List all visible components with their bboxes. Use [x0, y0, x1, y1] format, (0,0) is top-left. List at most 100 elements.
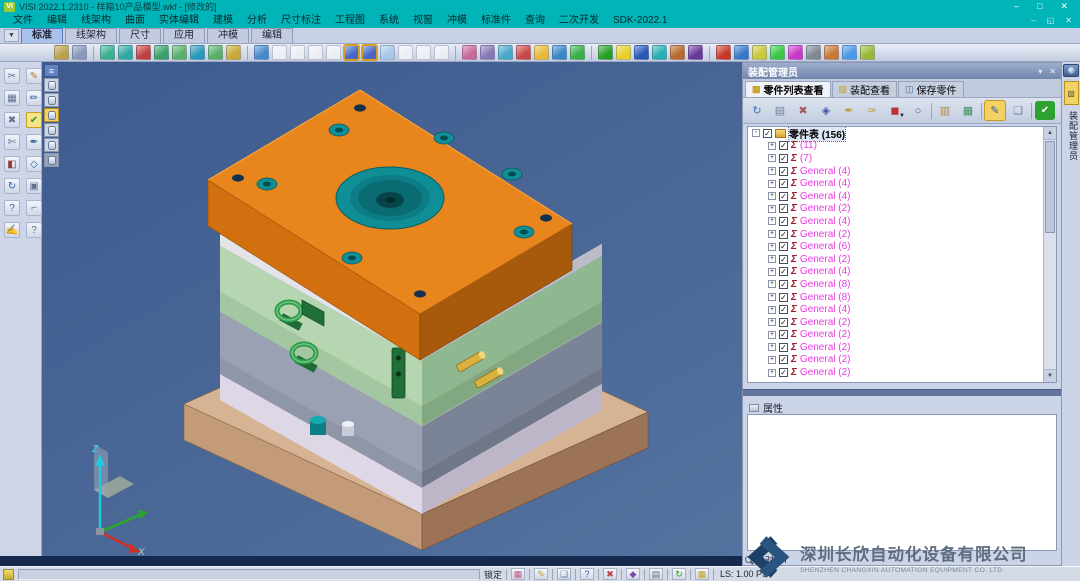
key-search-icon[interactable]: ✒ [839, 101, 859, 120]
toolbar-icon-8[interactable] [190, 45, 205, 60]
scroll-up-arrow[interactable]: ▲ [1044, 127, 1056, 140]
menu-item-3[interactable]: 曲面 [118, 13, 152, 28]
left-tool-icon-1[interactable]: ✎ [26, 68, 42, 84]
tree-item-12[interactable]: +✓ΣGeneral (8) [748, 291, 1056, 304]
toolbar-icon-0[interactable] [54, 45, 69, 60]
tree-item-18[interactable]: +✓ΣGeneral (2) [748, 366, 1056, 379]
checkbox[interactable]: ✓ [779, 318, 788, 327]
left-tool-icon-9[interactable]: ◇ [26, 156, 42, 172]
toolbar-icon-39[interactable] [716, 45, 731, 60]
toolbar-icon-47[interactable] [860, 45, 875, 60]
toolbar-icon-35[interactable] [652, 45, 667, 60]
panel-tab-2[interactable]: ◫保存零件 [898, 81, 964, 97]
panel-close-icon[interactable]: ✕ [1049, 67, 1056, 76]
tree-item-10[interactable]: +✓ΣGeneral (4) [748, 266, 1056, 279]
toolbar-icon-20[interactable] [398, 45, 413, 60]
layer-button-2[interactable] [44, 108, 59, 122]
toolbar-icon-13[interactable] [272, 45, 287, 60]
expand-icon[interactable]: + [768, 369, 776, 377]
tree-item-15[interactable]: +✓ΣGeneral (2) [748, 329, 1056, 342]
mdi-minimize-button[interactable]: – [1031, 16, 1035, 25]
left-tool-icon-5[interactable]: ✔ [26, 112, 42, 128]
toolbar-icon-27[interactable] [516, 45, 531, 60]
minimize-button[interactable]: – [1014, 0, 1019, 13]
checkbox[interactable]: ✓ [779, 192, 788, 201]
checkbox[interactable]: ✓ [779, 368, 788, 377]
table-icon[interactable]: ▦ [958, 101, 978, 120]
toolbar-icon-30[interactable] [570, 45, 585, 60]
left-tool-icon-6[interactable]: ✄ [4, 134, 20, 150]
tree-item-4[interactable]: +✓ΣGeneral (4) [748, 190, 1056, 203]
refresh-icon[interactable]: ↻ [747, 101, 767, 120]
report-icon[interactable]: ▤ [770, 101, 790, 120]
mdi-restore-button[interactable]: ◱ [1047, 16, 1055, 25]
toolbar-icon-17[interactable] [344, 45, 359, 60]
tree-item-11[interactable]: +✓ΣGeneral (8) [748, 278, 1056, 291]
toolbar-icon-32[interactable] [598, 45, 613, 60]
capture-icon[interactable] [1063, 64, 1079, 77]
toolbar-icon-21[interactable] [416, 45, 431, 60]
checkbox[interactable]: ✓ [779, 293, 788, 302]
tree-item-7[interactable]: +✓ΣGeneral (2) [748, 228, 1056, 241]
checkbox[interactable]: ✓ [779, 204, 788, 213]
3d-viewport[interactable]: Z X ≡ [42, 62, 742, 556]
toolbar-icon-36[interactable] [670, 45, 685, 60]
toolbar-icon-12[interactable] [254, 45, 269, 60]
bom-table-icon[interactable]: ▥ [935, 101, 955, 120]
checkbox[interactable]: ✓ [779, 217, 788, 226]
tree-item-0[interactable]: +✓Σ(11) [748, 140, 1056, 153]
cube-icon[interactable]: ◆ [626, 568, 640, 580]
tree-scrollbar[interactable]: ▲ ▼ [1043, 127, 1056, 382]
panel-pin-icon[interactable]: ▾ [1038, 67, 1042, 76]
layer-button-1[interactable] [44, 93, 59, 107]
toolbar-icon-37[interactable] [688, 45, 703, 60]
expand-icon[interactable]: + [768, 356, 776, 364]
mold-assembly-3d-view[interactable]: Z X [42, 62, 742, 556]
menu-item-12[interactable]: 标准件 [474, 13, 518, 28]
expand-icon[interactable]: + [768, 142, 776, 150]
toolbar-icon-7[interactable] [172, 45, 187, 60]
left-tool-icon-14[interactable]: ✍ [4, 222, 20, 238]
left-tool-icon-11[interactable]: ▣ [26, 178, 42, 194]
tree-item-3[interactable]: +✓ΣGeneral (4) [748, 177, 1056, 190]
menu-item-5[interactable]: 建模 [206, 13, 240, 28]
expand-icon[interactable]: + [768, 343, 776, 351]
checkbox[interactable]: ✓ [779, 255, 788, 264]
menu-item-2[interactable]: 线架构 [74, 13, 118, 28]
toolbar-icon-33[interactable] [616, 45, 631, 60]
expand-icon[interactable]: + [768, 192, 776, 200]
toolbar-icon-15[interactable] [308, 45, 323, 60]
expand-icon[interactable]: + [768, 306, 776, 314]
scroll-down-arrow[interactable]: ▼ [1044, 369, 1056, 382]
expand-icon[interactable]: + [768, 280, 776, 288]
toolbar-icon-24[interactable] [462, 45, 477, 60]
tree-item-8[interactable]: +✓ΣGeneral (6) [748, 240, 1056, 253]
solid-color-icon[interactable]: ◼▼ [885, 101, 905, 120]
toolbar-icon-4[interactable] [118, 45, 133, 60]
expand-icon[interactable]: + [768, 230, 776, 238]
layer-button-3[interactable] [44, 123, 59, 137]
parts-tree[interactable]: ▲ ▼ -✓零件表 (156)+✓Σ(11)+✓Σ(7)+✓ΣGeneral (… [747, 126, 1057, 383]
tree-item-9[interactable]: +✓ΣGeneral (2) [748, 253, 1056, 266]
checkbox[interactable]: ✓ [779, 230, 788, 239]
checkbox[interactable]: ✓ [779, 141, 788, 150]
checkbox[interactable]: ✓ [779, 242, 788, 251]
tree-item-6[interactable]: +✓ΣGeneral (4) [748, 215, 1056, 228]
properties-box[interactable] [747, 414, 1057, 551]
expand-icon[interactable]: + [768, 255, 776, 263]
rotate-icon[interactable]: ↻ [672, 568, 686, 580]
menu-item-14[interactable]: 二次开发 [552, 13, 606, 28]
toolbar-icon-45[interactable] [824, 45, 839, 60]
collapse-icon[interactable]: - [752, 129, 760, 137]
expand-icon[interactable]: + [768, 243, 776, 251]
checkbox[interactable]: ✓ [779, 355, 788, 364]
expand-icon[interactable]: + [768, 154, 776, 162]
key-search2-icon[interactable]: ✑ [862, 101, 882, 120]
film-icon[interactable]: ▤ [649, 568, 663, 580]
expand-icon[interactable]: + [768, 331, 776, 339]
help-icon[interactable]: ? [580, 568, 594, 580]
menu-item-4[interactable]: 实体编辑 [152, 13, 206, 28]
panel-tab-0[interactable]: ▦零件列表查看 [745, 81, 831, 97]
layer-button-0[interactable] [44, 78, 59, 92]
grid2-icon[interactable]: ▦ [695, 568, 709, 580]
